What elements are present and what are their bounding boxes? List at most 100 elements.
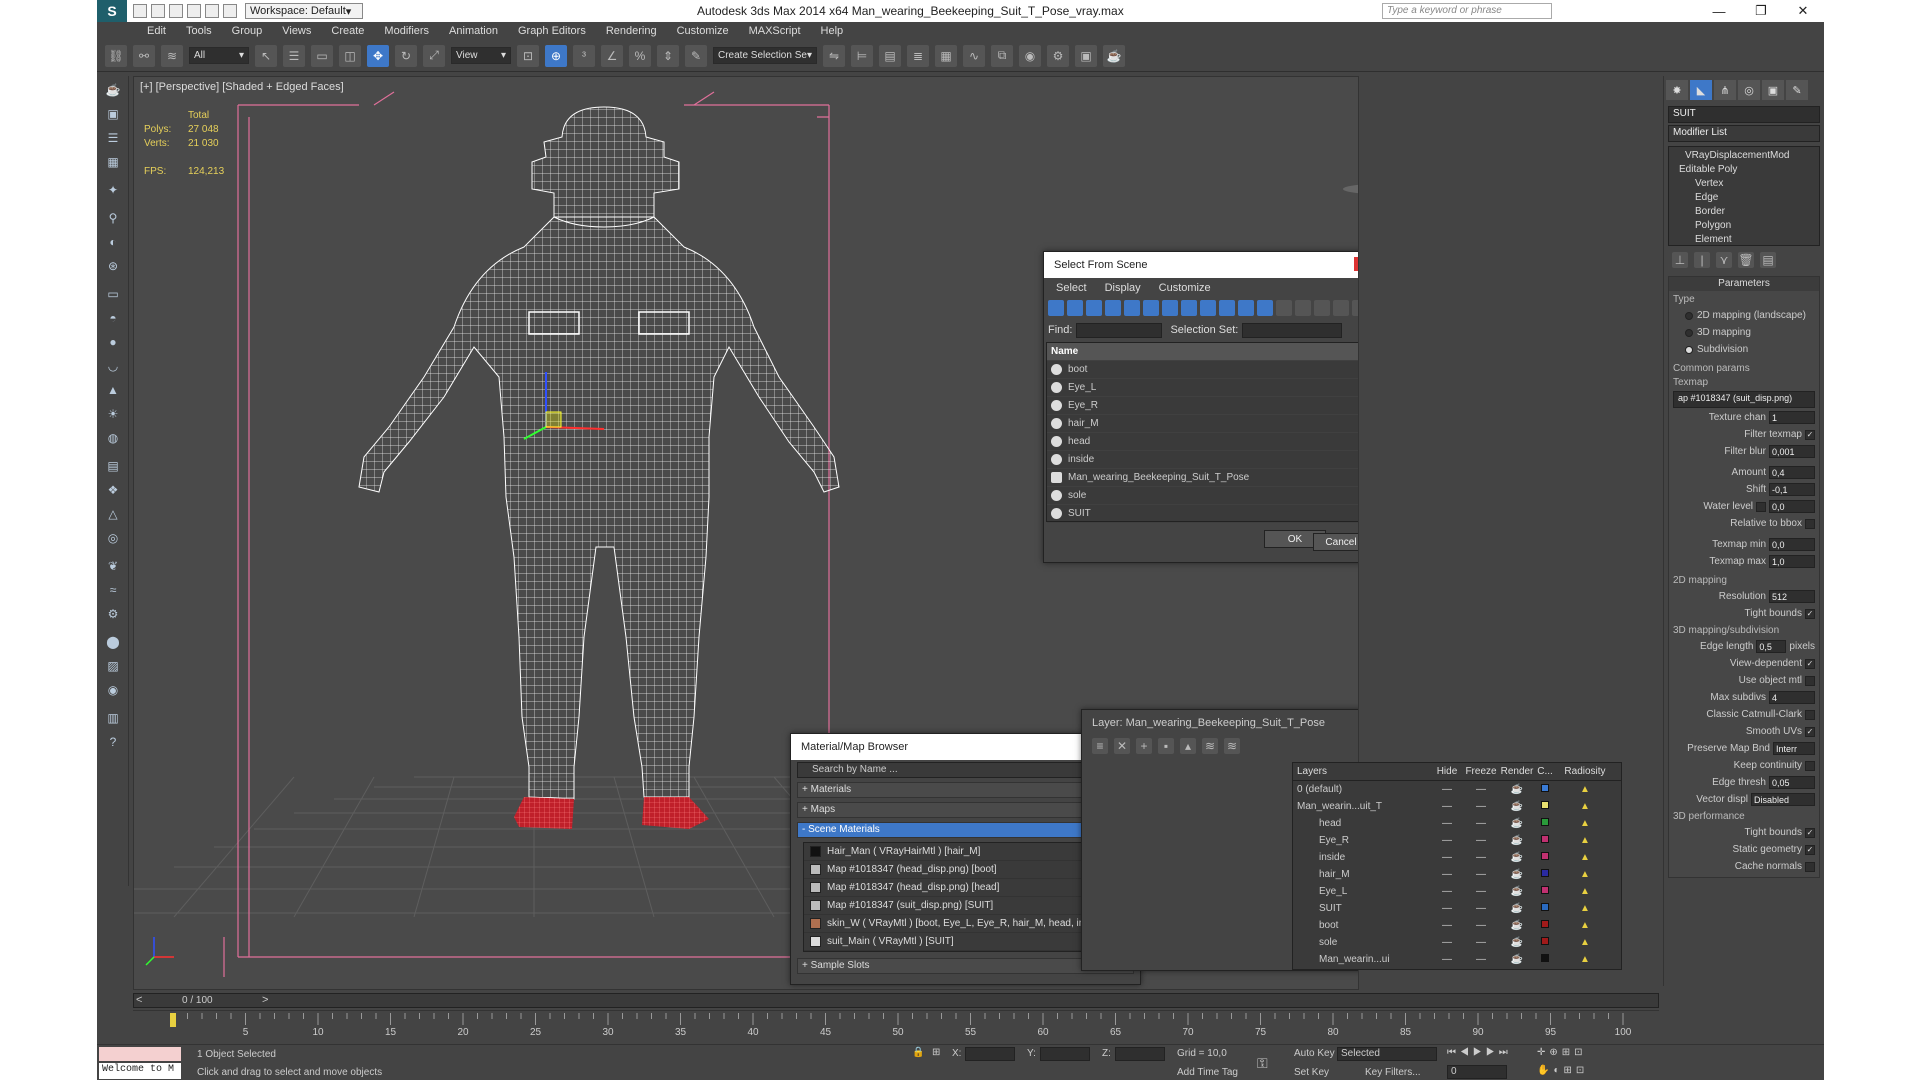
layer-color-swatch[interactable]	[1541, 920, 1549, 928]
pin-stack-icon[interactable]: ⊥	[1672, 252, 1688, 268]
app-logo-icon[interactable]: S	[97, 0, 127, 22]
texture-chan-spinner[interactable]: 1	[1769, 411, 1815, 424]
render-sphere-icon[interactable]: ⬤	[103, 632, 123, 652]
trackbar[interactable]: 5 10 15 20 25 30 35 40 45 50 55 60 65 70 75 80 85 90 95 100	[133, 1010, 1659, 1044]
texmap-min-spinner[interactable]: 0,0	[1769, 538, 1815, 551]
utilities-tab-icon[interactable]: ✎	[1786, 80, 1808, 100]
display-geometry-icon[interactable]	[1048, 300, 1064, 316]
teapot-icon[interactable]: ☕	[1499, 954, 1535, 965]
table-row[interactable]: sole — — ☕ ▲	[1293, 934, 1621, 951]
menu-views[interactable]: Views	[272, 22, 321, 40]
create-layer-icon[interactable]: ≡	[1092, 738, 1108, 754]
align-icon[interactable]: ⊨	[851, 44, 873, 67]
list-item[interactable]: boot	[1047, 361, 1358, 379]
time-prev-icon[interactable]: <	[136, 994, 142, 1006]
classic-catmull-checkbox[interactable]	[1805, 709, 1815, 720]
orb-icon[interactable]: ◉	[103, 680, 123, 700]
texmap-button[interactable]: ap #1018347 (suit_disp.png)	[1673, 391, 1815, 408]
menu-rendering[interactable]: Rendering	[596, 22, 667, 40]
list-item[interactable]: inside	[1047, 451, 1358, 469]
playback-controls[interactable]: ⏮◀▶▶⏭	[1447, 1047, 1512, 1058]
table-row[interactable]: SUIT — — ☕ ▲	[1293, 900, 1621, 917]
water-level-spinner[interactable]: 0,0	[1769, 500, 1815, 513]
gear-icon[interactable]: ⚙	[103, 604, 123, 624]
menu-tools[interactable]: Tools	[176, 22, 222, 40]
bowl-icon[interactable]: ◡	[103, 356, 123, 376]
current-frame-input[interactable]: 0	[1447, 1065, 1507, 1079]
time-next-icon[interactable]: >	[262, 994, 268, 1006]
stack-item-vertex[interactable]: Vertex	[1671, 177, 1817, 191]
scene-explorer-icon[interactable]: ▤	[879, 44, 901, 67]
highlight-layer-icon[interactable]: ▴	[1180, 738, 1196, 754]
select-layer-objects-icon[interactable]: ▪	[1158, 738, 1174, 754]
z-coordinate-input[interactable]	[1115, 1047, 1165, 1061]
filter-icon[interactable]	[1333, 300, 1349, 316]
workspace-dropdown[interactable]: Workspace: Default ▾	[245, 3, 363, 19]
list-item[interactable]: suit_Main ( VRayMtl ) [SUIT]	[804, 933, 1127, 951]
list-item[interactable]: skin_W ( VRayMtl ) [boot, Eye_L, Eye_R, …	[804, 915, 1127, 933]
disc-icon[interactable]: ◍	[103, 428, 123, 448]
beekeeper-suit-model[interactable]	[358, 106, 840, 829]
col-radiosity[interactable]: Radiosity	[1555, 766, 1615, 777]
teapot-icon[interactable]: ☕	[1499, 818, 1535, 829]
menu-graph-editors[interactable]: Graph Editors	[508, 22, 596, 40]
motion-tab-icon[interactable]: ◎	[1738, 80, 1760, 100]
key-filters-button[interactable]: Key Filters...	[1365, 1067, 1421, 1078]
link-icon[interactable]: ⛓	[105, 44, 127, 67]
layer-color-swatch[interactable]	[1541, 886, 1549, 894]
render-setup-icon[interactable]: ⚙	[1047, 44, 1069, 67]
light-icon[interactable]: ✦	[103, 180, 123, 200]
curve-editor-icon[interactable]: ∿	[963, 44, 985, 67]
sphere-icon[interactable]: ●	[103, 332, 123, 352]
named-selection-dropdown[interactable]: Create Selection Se ▾	[713, 47, 817, 64]
table-row[interactable]: boot — — ☕ ▲	[1293, 917, 1621, 934]
parameters-title[interactable]: Parameters	[1669, 277, 1819, 291]
display-groups-icon[interactable]	[1162, 300, 1178, 316]
layer-color-swatch[interactable]	[1541, 954, 1549, 962]
unlink-icon[interactable]: ⚯	[133, 44, 155, 67]
display-lights-icon[interactable]	[1086, 300, 1102, 316]
angle-snap-icon[interactable]: ∠	[601, 44, 623, 67]
freeze-all-layers-icon[interactable]: ≋	[1224, 738, 1240, 754]
list-item[interactable]: Map #1018347 (suit_disp.png) [SUIT]	[804, 897, 1127, 915]
col-hide[interactable]: Hide	[1431, 766, 1463, 777]
perspective-viewport[interactable]: [+] [Perspective] [Shaded + Edged Faces]…	[133, 76, 1359, 990]
stack-item-vray-displacement[interactable]: VRayDisplacementMod	[1671, 149, 1817, 163]
max-subdivs-spinner[interactable]: 4	[1769, 691, 1815, 704]
radiosity-icon[interactable]: ▲	[1555, 801, 1615, 812]
select-manipulate-icon[interactable]: ⊕	[545, 44, 567, 67]
pivot-center-icon[interactable]: ⊡	[517, 44, 539, 67]
rectangular-selection-icon[interactable]: ▭	[311, 44, 333, 67]
teapot-icon[interactable]: ☕	[1499, 903, 1535, 914]
teapot-icon[interactable]: ☕	[103, 80, 123, 100]
close-icon[interactable]: ✕	[1354, 257, 1358, 271]
view-dependent-checkbox[interactable]: ✓	[1805, 658, 1815, 669]
type-3d-mapping-radio[interactable]: 3D mapping	[1673, 324, 1815, 341]
display-bones-icon[interactable]	[1200, 300, 1216, 316]
sound-icon[interactable]: ◐	[103, 232, 123, 252]
current-frame-marker[interactable]	[170, 1013, 176, 1027]
table-row[interactable]: inside — — ☕ ▲	[1293, 849, 1621, 866]
edge-length-spinner[interactable]: 0,5	[1756, 640, 1787, 653]
texmap-max-spinner[interactable]: 1,0	[1769, 555, 1815, 568]
select-scale-icon[interactable]: ⤢	[423, 44, 445, 67]
image-icon[interactable]: ▣	[103, 104, 123, 124]
col-freeze[interactable]: Freeze	[1463, 766, 1499, 777]
layer-color-swatch[interactable]	[1541, 784, 1549, 792]
menu-maxscript[interactable]: MAXScript	[739, 22, 811, 40]
find-input[interactable]	[1076, 322, 1163, 338]
edit-named-selection-icon[interactable]: ✎	[685, 44, 707, 67]
list-item[interactable]: hair_M	[1047, 415, 1358, 433]
render-production-icon[interactable]: ☕	[1103, 44, 1125, 67]
display-xrefs-icon[interactable]	[1181, 300, 1197, 316]
smooth-uvs-checkbox[interactable]: ✓	[1805, 726, 1815, 737]
particles-icon[interactable]: ❖	[103, 480, 123, 500]
mirror-icon[interactable]: ⇋	[823, 44, 845, 67]
table-row[interactable]: Eye_R — — ☕ ▲	[1293, 832, 1621, 849]
table-row[interactable]: 0 (default) — — ☕ ▲	[1293, 781, 1621, 798]
list-item[interactable]: Map #1018347 (head_disp.png) [boot]	[804, 861, 1127, 879]
new-file-icon[interactable]	[133, 4, 147, 18]
selection-set-dropdown[interactable]	[1242, 322, 1343, 338]
delete-layer-icon[interactable]: ✕	[1114, 738, 1130, 754]
close-icon[interactable]: ✕	[1782, 0, 1824, 22]
